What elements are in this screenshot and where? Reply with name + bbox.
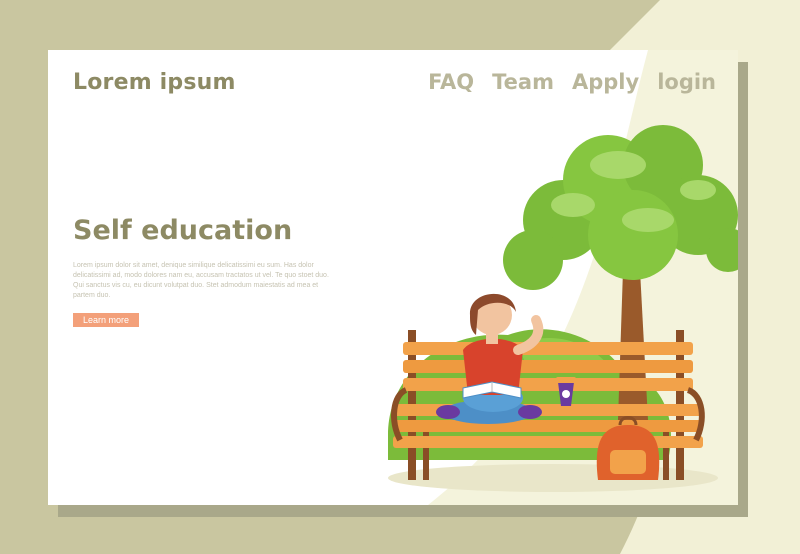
learn-more-button[interactable]: Learn more (73, 313, 139, 327)
nav-faq[interactable]: FAQ (428, 70, 474, 94)
reading-on-bench-illustration (388, 125, 738, 492)
landing-page: Lorem ipsum FAQ Team Apply login Self ed… (48, 50, 738, 505)
hero-description: Lorem ipsum dolor sit amet, denique simi… (73, 262, 329, 299)
nav-login[interactable]: login (657, 70, 716, 94)
hero-title: Self education (73, 215, 293, 246)
tree-crown (503, 125, 738, 290)
main-nav: FAQ Team Apply login (428, 70, 716, 94)
site-logo[interactable]: Lorem ipsum (73, 70, 236, 95)
nav-team[interactable]: Team (492, 70, 554, 94)
nav-apply[interactable]: Apply (572, 70, 639, 94)
